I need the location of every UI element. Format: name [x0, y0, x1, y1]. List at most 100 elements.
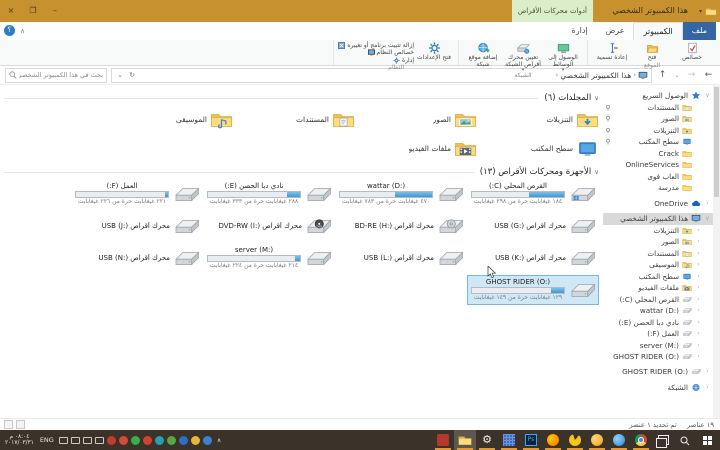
chevron-collapsed-icon[interactable]: ‹ — [695, 273, 702, 280]
drive-tile[interactable]: محرك أقراص USB (L:) — [335, 243, 467, 273]
media-orange-taskbar-button[interactable] — [586, 430, 608, 450]
chevron-collapsed-icon[interactable]: ‹ — [695, 330, 702, 337]
sidebar-item[interactable]: ‹ الصور — [603, 236, 713, 248]
drive-tile[interactable]: نادي دبا الحصن (E:) ٢٨٨ غيغابايت حرة من ٣… — [203, 179, 335, 209]
details-view-button[interactable] — [4, 420, 13, 429]
sidebar-item[interactable]: ‹ الموسيقى — [603, 259, 713, 271]
drive-tile[interactable]: محرك أقراص USB (J:) — [71, 211, 203, 241]
chevron-collapsed-icon[interactable]: ‹ — [695, 342, 702, 349]
photoshop-taskbar-button[interactable]: Ps — [520, 430, 542, 450]
sidebar-item[interactable]: العاب قوى — [603, 171, 713, 183]
media-yellow-taskbar-button[interactable] — [564, 430, 586, 450]
chevron-down-icon[interactable]: ∨ — [594, 168, 599, 176]
address-dropdown-icon[interactable]: ⌄ — [115, 71, 125, 79]
settings-button[interactable]: فتح الإعدادات — [414, 41, 454, 62]
task-view-taskbar-button[interactable] — [652, 430, 674, 450]
sidebar-item[interactable]: مدرسة — [603, 182, 713, 194]
sidebar-item[interactable]: ‹ GHOST RIDER (O:) — [603, 351, 713, 363]
app-blue-sphere-taskbar-button[interactable] — [608, 430, 630, 450]
search-input[interactable]: بحث في هذا الكمبيوتر الشخصي — [5, 67, 107, 83]
chevron-collapsed-icon[interactable]: ‹ — [695, 307, 702, 314]
chevron-collapsed-icon[interactable]: ‹ — [695, 319, 702, 326]
close-button[interactable]: × — [0, 0, 22, 22]
map-network-drive-button[interactable]: تعيين محرك أقراص الشبكة ▾ — [503, 41, 543, 73]
drive-tile[interactable]: DVD محرك أقراص DVD-RW (I:) — [203, 211, 335, 241]
chevron-collapsed-icon[interactable]: ‹ — [695, 296, 702, 303]
add-network-location-button[interactable]: إضافة موقع شبكة — [463, 41, 503, 68]
chrome-taskbar-button[interactable] — [630, 430, 652, 450]
folder-tile[interactable]: ملفات الفيديو — [355, 134, 477, 163]
sidebar-item[interactable]: ‹ نادي دبا الحصن (E:) — [603, 317, 713, 329]
drive-tools-contextual-tab[interactable]: أدوات محركات الأقراص — [511, 0, 593, 22]
up-button[interactable]: ↑ — [656, 70, 669, 80]
rename-button[interactable]: إعادة تسمية — [592, 41, 632, 62]
hidden-icons-chevron-icon[interactable]: ∧ — [215, 437, 223, 444]
media-player-red-icon[interactable] — [106, 435, 116, 445]
tab-computer[interactable]: الكمبيوتر — [633, 22, 683, 40]
help-icon[interactable]: ؟ — [4, 25, 15, 36]
display-icon[interactable] — [82, 436, 92, 444]
sidebar-item[interactable]: ‹ العمل (F:) — [603, 328, 713, 340]
folder-tile[interactable]: المستندات — [233, 105, 355, 134]
drive-tile[interactable]: محرك أقراص USB (K:) — [467, 243, 599, 273]
start-taskbar-button[interactable] — [696, 430, 718, 450]
usb-device-icon[interactable] — [94, 436, 104, 444]
volume-icon[interactable] — [70, 436, 80, 444]
sidebar-item[interactable]: ‹ ملفات الفيديو — [603, 282, 713, 294]
properties-button[interactable]: خصائص — [672, 41, 712, 62]
access-media-button[interactable]: الوصول إلى الوسائط ▾ — [543, 41, 583, 73]
media-app-red-taskbar-button[interactable] — [432, 430, 454, 450]
sidebar-item[interactable]: ‹ المستندات — [603, 248, 713, 260]
chevron-collapsed-icon[interactable]: ‹ — [704, 200, 711, 207]
messenger-green-icon[interactable] — [130, 435, 140, 445]
restore-button[interactable]: ❐ — [22, 0, 44, 22]
collapse-ribbon-icon[interactable]: ∧ — [20, 27, 25, 35]
sidebar-item[interactable]: ∨ هذا الكمبيوتر الشخصي — [603, 213, 713, 225]
sidebar-item[interactable]: ‹ التنزيلات — [603, 225, 713, 237]
drive-tile[interactable]: محرك أقراص BD-RE (H:) — [335, 211, 467, 241]
refresh-icon[interactable]: ↻ — [127, 71, 137, 79]
drive-tile[interactable]: العمل (F:) ٢٢١ غيغابايت حرة من ٢٢٦ غيغابا… — [71, 179, 203, 209]
sidebar-item[interactable]: ‹ القرص المحلي (C:) — [603, 294, 713, 306]
sidebar-item[interactable]: سطح المكتب — [603, 136, 713, 148]
retro-app-taskbar-button[interactable] — [498, 430, 520, 450]
recent-locations-icon[interactable]: ⌄ — [673, 72, 681, 79]
chevron-collapsed-icon[interactable]: ‹ — [704, 384, 711, 391]
chevron-collapsed-icon[interactable]: ‹ — [695, 238, 702, 245]
folder-tile[interactable]: الموسيقى — [111, 105, 233, 134]
sidebar-item[interactable]: ‹ server (M:) — [603, 340, 713, 352]
sidebar-item[interactable]: Crack — [603, 148, 713, 160]
scrollbar-thumb[interactable] — [714, 87, 719, 197]
chevron-collapsed-icon[interactable]: ‹ — [704, 368, 711, 375]
touch-keyboard-icon[interactable] — [58, 436, 68, 444]
sidebar-item[interactable]: ‹ GHOST RIDER (O:) — [603, 366, 713, 378]
chevron-collapsed-icon[interactable]: ‹ — [695, 261, 702, 268]
firefox-taskbar-button[interactable] — [542, 430, 564, 450]
sidebar-item[interactable]: ‹ سطح المكتب — [603, 271, 713, 283]
search-taskbar-button[interactable] — [674, 430, 696, 450]
drive-tile[interactable]: محرك أقراص USB (G:) — [467, 211, 599, 241]
file-explorer-taskbar-button[interactable] — [454, 430, 476, 450]
open-folder-button[interactable]: فتح — [632, 41, 672, 62]
app-globe-icon[interactable] — [202, 435, 212, 445]
thumbnails-view-button[interactable] — [16, 420, 25, 429]
sidebar-item[interactable]: المستندات — [603, 102, 713, 114]
sidebar-item[interactable]: الصور — [603, 113, 713, 125]
sidebar-item[interactable]: OnlineServices — [603, 159, 713, 171]
minimize-button[interactable]: – — [44, 0, 66, 22]
sidebar-item[interactable]: ‹ الشبكة — [603, 382, 713, 394]
chevron-expanded-icon[interactable]: ∨ — [704, 215, 711, 222]
qat-customize-icon[interactable]: ▾ — [699, 8, 702, 15]
app-red-icon[interactable] — [142, 435, 152, 445]
app-green-icon[interactable] — [166, 435, 176, 445]
tab-manage[interactable]: إدارة — [563, 22, 597, 40]
antivirus-shield-icon[interactable] — [118, 435, 128, 445]
uninstall-button[interactable]: إزالة تثبيت برنامج أو تغييره — [338, 41, 414, 49]
folders-section-title[interactable]: المجلدات (٦) — [544, 93, 591, 103]
app-yellow-icon[interactable] — [190, 435, 200, 445]
folder-tile[interactable]: سطح المكتب — [477, 134, 599, 163]
sidebar-item[interactable]: ‹ wattar (D:) — [603, 305, 713, 317]
drive-tile[interactable]: wattar (D:) ٤٧٠ غيغابايت حرة من ٧٨٣ غيغاب… — [335, 179, 467, 209]
chevron-collapsed-icon[interactable]: ‹ — [695, 284, 702, 291]
tab-file[interactable]: ملف — [682, 22, 716, 40]
